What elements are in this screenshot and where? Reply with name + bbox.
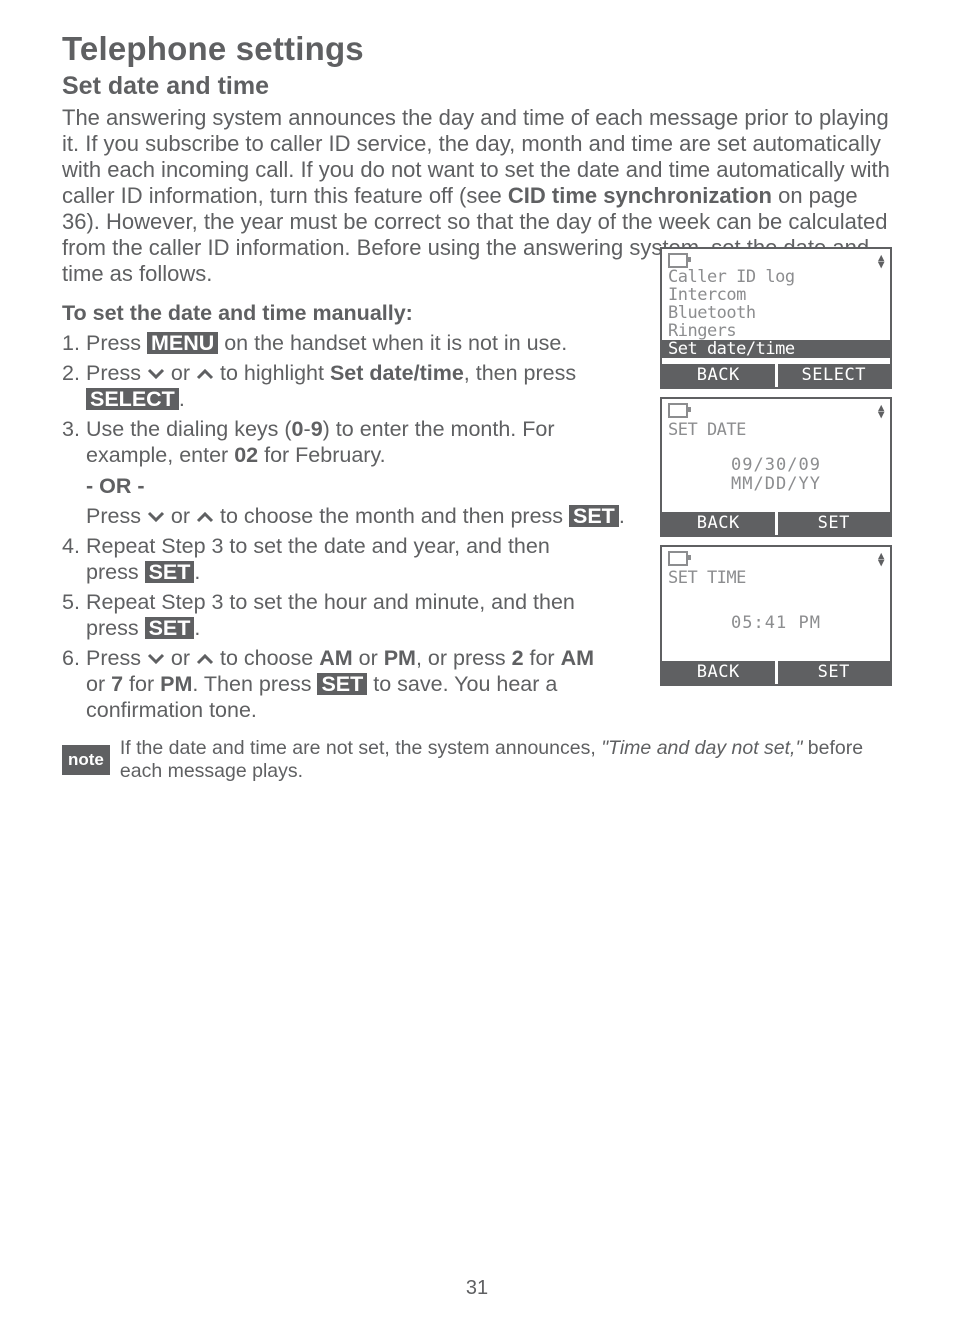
note-block: note If the date and time are not set, t… — [62, 737, 892, 783]
step-number: 4. — [62, 533, 86, 585]
intro-cid-ref: CID time synchronization — [508, 183, 772, 208]
softkey-back: BACK — [662, 661, 775, 684]
step-number: 5. — [62, 589, 86, 641]
time-value: 05:41 PM — [662, 614, 890, 633]
menu-item: Bluetooth — [668, 304, 884, 322]
battery-icon — [668, 403, 688, 418]
text: Use the dialing keys ( — [86, 417, 292, 441]
step-3: 3. Use the dialing keys (0-9) to enter t… — [62, 416, 602, 468]
text: . — [194, 560, 200, 584]
menu-item: Caller ID log — [668, 268, 884, 286]
set-button-label: SET — [145, 561, 195, 583]
scroll-indicator-icon: ▲▼ — [878, 254, 884, 268]
text: to choose the month and then press — [214, 504, 569, 528]
text: or — [165, 646, 196, 670]
am-label: AM — [561, 646, 594, 670]
step-number: 3. — [62, 416, 86, 468]
text: to highlight — [214, 361, 330, 385]
softkey-back: BACK — [662, 364, 775, 387]
text: or — [165, 504, 196, 528]
key-7: 7 — [111, 672, 123, 696]
note-quote: "Time and day not set," — [601, 737, 802, 759]
text: . Then press — [192, 672, 317, 696]
step-1: 1. Press MENU on the handset when it is … — [62, 330, 567, 356]
text: for February. — [258, 443, 385, 467]
menu-item: Ringers — [668, 322, 884, 340]
step-number: 2. — [62, 360, 86, 412]
key-0: 0 — [292, 417, 304, 441]
text: Press — [86, 331, 147, 355]
handset-screen-set-date: ▲▼ SET DATE 09/30/09 MM/DD/YY BACK SET — [660, 397, 892, 537]
text: for — [123, 672, 160, 696]
text: or — [165, 361, 196, 385]
text: Press — [86, 646, 147, 670]
note-text-a: If the date and time are not set, the sy… — [120, 737, 601, 759]
set-datetime-label: Set date/time — [330, 361, 464, 385]
chevron-down-icon — [147, 511, 165, 523]
chevron-down-icon — [147, 653, 165, 665]
note-badge-label: note — [62, 745, 110, 775]
text: or — [353, 646, 384, 670]
step-5: 5. Repeat Step 3 to set the hour and min… — [62, 589, 602, 641]
battery-icon — [668, 253, 688, 268]
menu-item-highlighted: Set date/time — [662, 340, 890, 358]
softkey-back: BACK — [662, 512, 775, 535]
text: . — [619, 504, 625, 528]
scroll-indicator-icon: ▲▼ — [878, 404, 884, 418]
chevron-up-icon — [196, 368, 214, 380]
key-2: 2 — [512, 646, 524, 670]
text: . — [179, 387, 185, 411]
softkey-select: SELECT — [775, 364, 891, 387]
battery-icon — [668, 551, 688, 566]
softkey-set: SET — [775, 661, 891, 684]
text: to choose — [214, 646, 319, 670]
step-6: 6. Press or to choose AM or PM, or press… — [62, 645, 602, 723]
pm-label: PM — [384, 646, 416, 670]
chevron-up-icon — [196, 511, 214, 523]
example-02: 02 — [234, 443, 258, 467]
chevron-up-icon — [196, 653, 214, 665]
step-4: 4. Repeat Step 3 to set the date and yea… — [62, 533, 602, 585]
chevron-down-icon — [147, 368, 165, 380]
page-title: Telephone settings — [62, 30, 892, 68]
section-heading: Set date and time — [62, 72, 892, 101]
handset-screen-set-time: ▲▼ SET TIME 05:41 PM BACK SET — [660, 545, 892, 686]
menu-button-label: MENU — [147, 332, 218, 354]
am-label: AM — [319, 646, 352, 670]
pm-label: PM — [160, 672, 192, 696]
date-format: MM/DD/YY — [662, 475, 890, 494]
screen-title: SET DATE — [662, 418, 890, 440]
text: , or press — [416, 646, 512, 670]
text: on the handset when it is not in use. — [218, 331, 567, 355]
set-button-label: SET — [569, 505, 619, 527]
text: . — [194, 616, 200, 640]
menu-item: Intercom — [668, 286, 884, 304]
handset-screen-menu: ▲▼ Caller ID log Intercom Bluetooth Ring… — [660, 247, 892, 389]
select-button-label: SELECT — [86, 388, 179, 410]
page-number: 31 — [0, 1277, 954, 1300]
set-button-label: SET — [145, 617, 195, 639]
text: for — [524, 646, 561, 670]
softkey-set: SET — [775, 512, 891, 535]
text: - — [304, 417, 311, 441]
set-button-label: SET — [317, 673, 367, 695]
key-9: 9 — [311, 417, 323, 441]
note-badge: note — [62, 737, 110, 783]
text: or — [86, 672, 111, 696]
scroll-indicator-icon: ▲▼ — [878, 552, 884, 566]
text: , then press — [464, 361, 576, 385]
text: Press — [86, 361, 147, 385]
step-number: 1. — [62, 330, 86, 356]
step-number: 6. — [62, 645, 86, 723]
date-value: 09/30/09 — [662, 456, 890, 475]
text: Press — [86, 504, 147, 528]
screen-title: SET TIME — [662, 566, 890, 588]
step-2: 2. Press or to highlight Set date/time, … — [62, 360, 602, 412]
step-3-alt: Press or to choose the month and then pr… — [86, 503, 626, 529]
